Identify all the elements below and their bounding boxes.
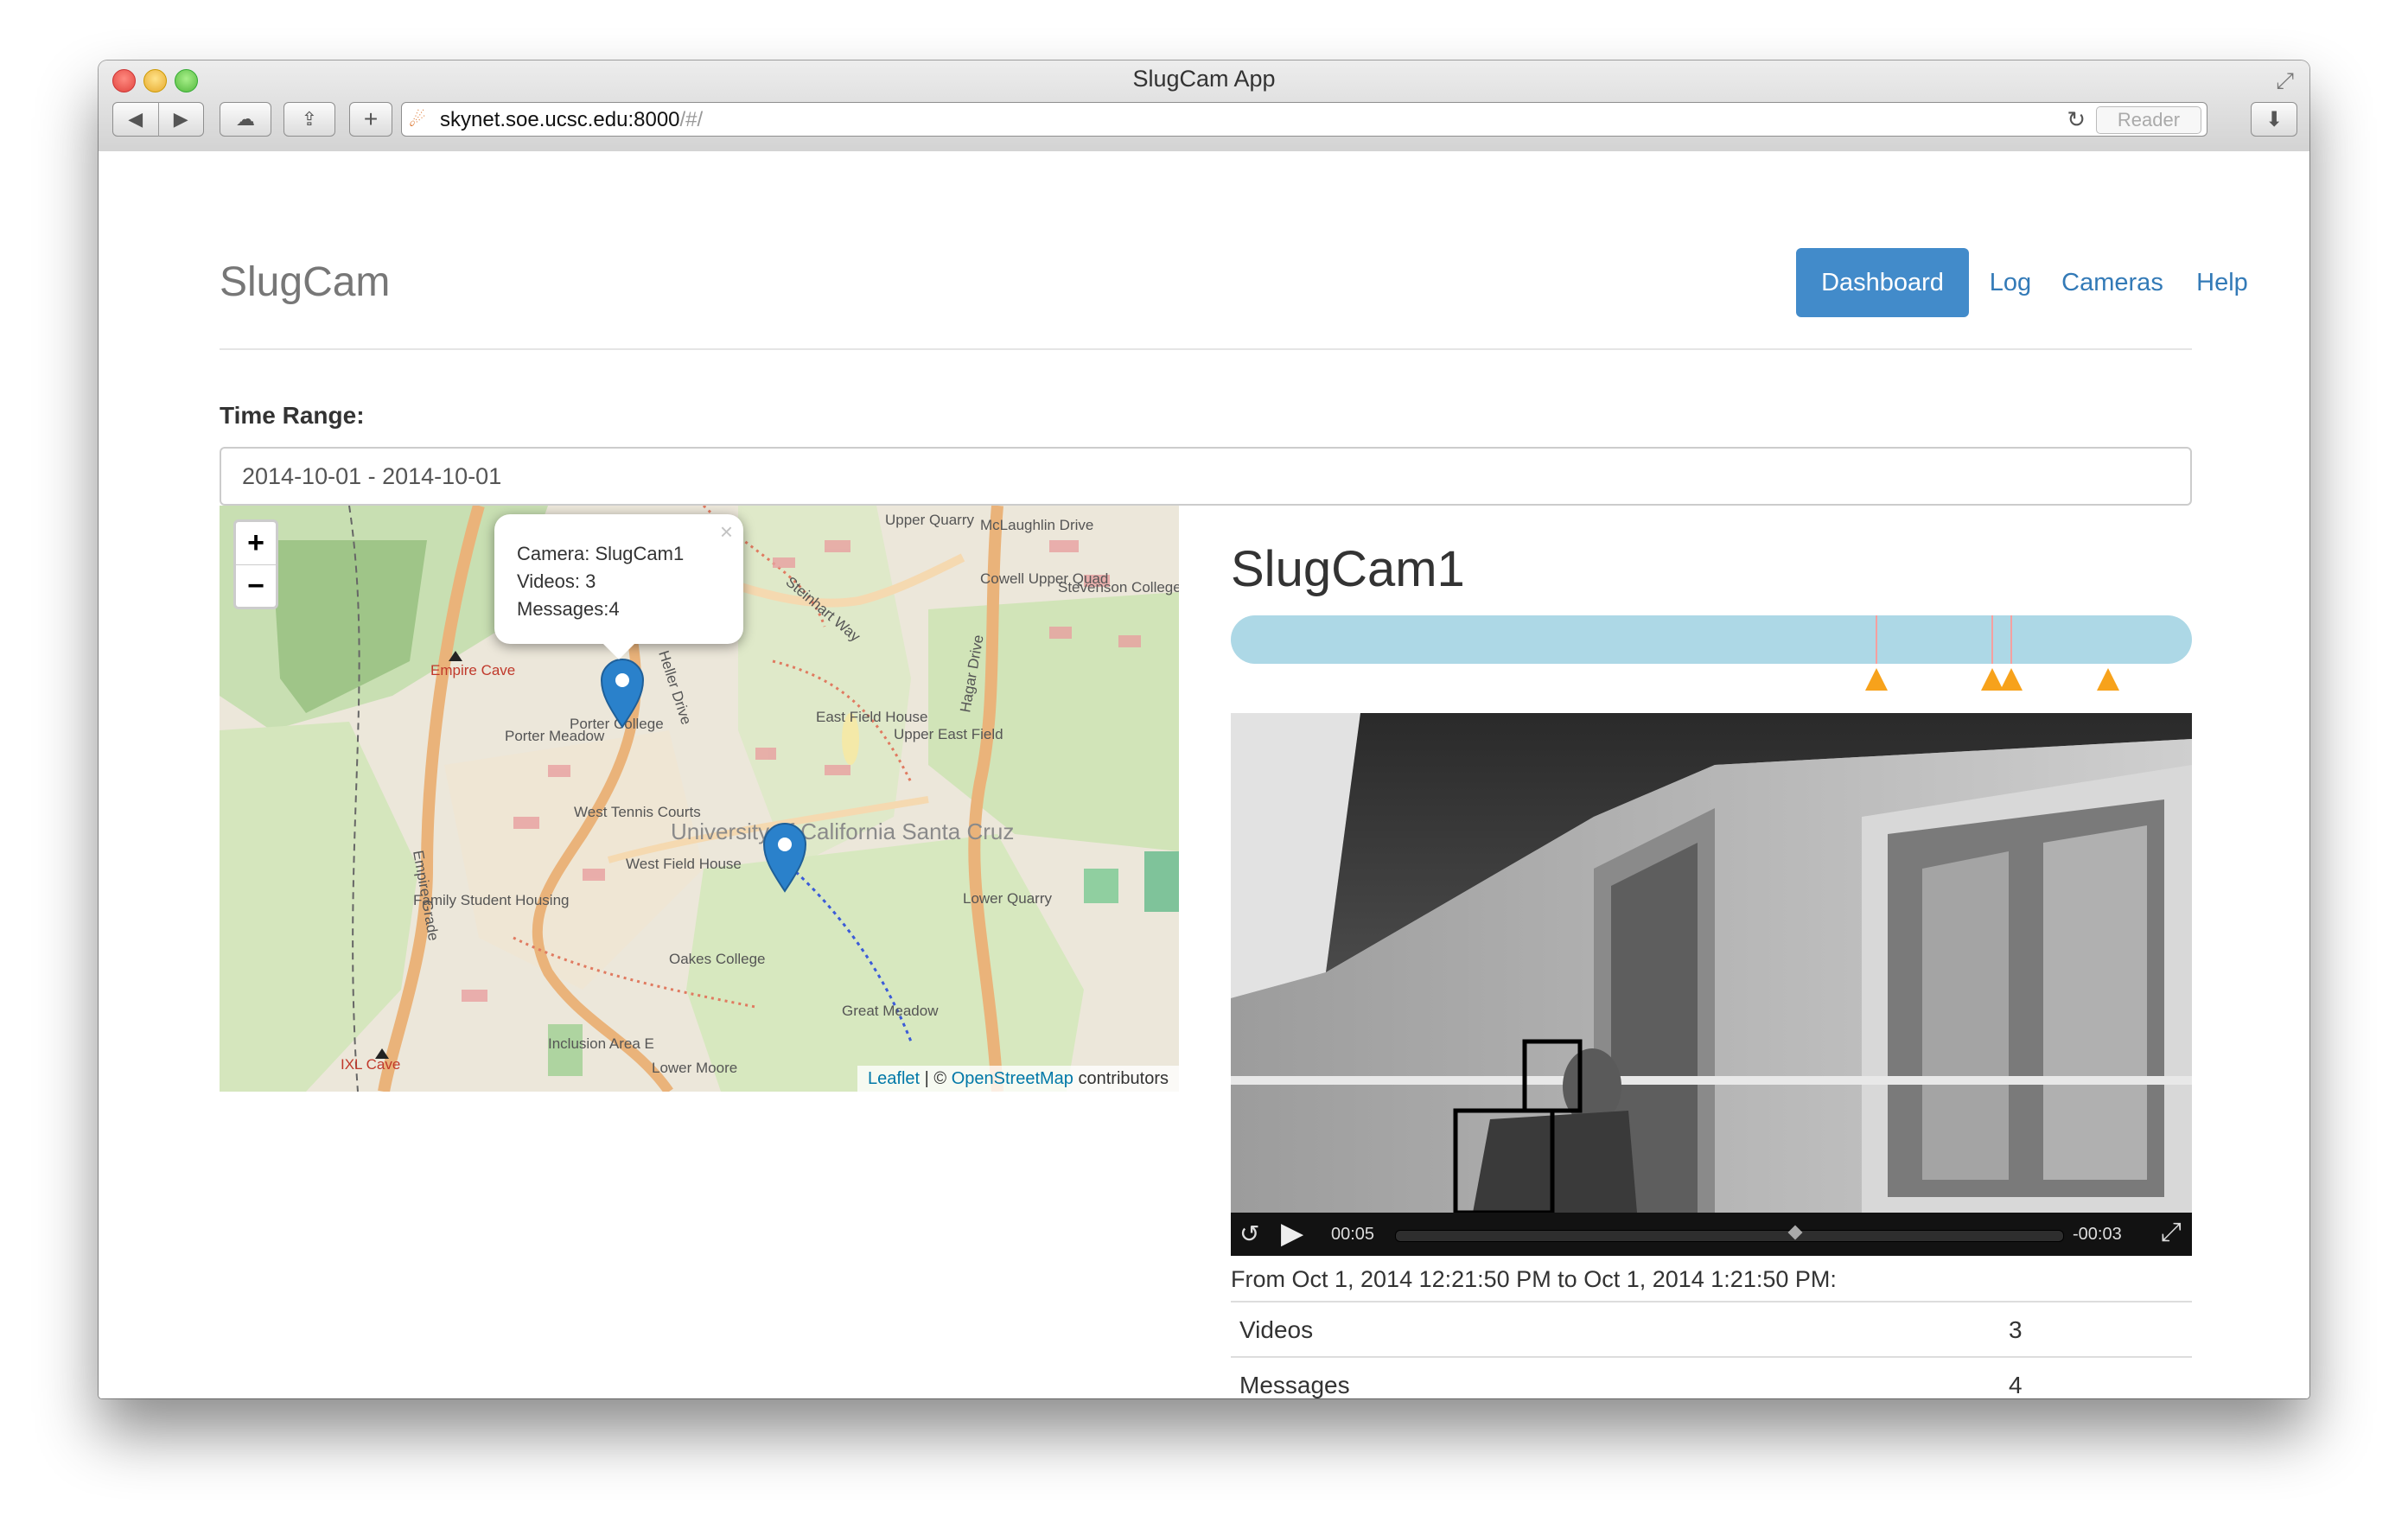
table-row: Messages 4 bbox=[1231, 1356, 2192, 1398]
back-forward-buttons: ◀ ▶ bbox=[112, 102, 204, 137]
popup-tip bbox=[602, 642, 636, 659]
header-divider bbox=[220, 348, 2192, 350]
url-path: /#/ bbox=[679, 108, 704, 131]
share-icon[interactable]: ⇪ bbox=[283, 102, 335, 137]
popup-videos: Videos: 3 bbox=[517, 570, 596, 592]
time-summary: From Oct 1, 2014 12:21:50 PM to Oct 1, 2… bbox=[1231, 1266, 1837, 1292]
timeline-marker bbox=[1876, 615, 1877, 664]
brand-logo[interactable]: SlugCam bbox=[220, 258, 390, 306]
timeline-marker bbox=[1991, 615, 1993, 664]
camera-title: SlugCam1 bbox=[1231, 541, 1465, 597]
table-row: Videos 3 bbox=[1231, 1301, 2192, 1356]
nav-dashboard[interactable]: Dashboard bbox=[1796, 248, 1969, 317]
event-timeline[interactable] bbox=[1231, 615, 2192, 664]
scrubber-handle[interactable] bbox=[1787, 1225, 1803, 1240]
event-marker-icon[interactable] bbox=[2097, 668, 2119, 691]
url-text[interactable]: skynet.soe.ucsc.edu:8000/#/ bbox=[440, 108, 703, 132]
map-label: Oakes College bbox=[669, 951, 766, 967]
map-label: IXL Cave bbox=[341, 1056, 400, 1073]
map-label: Inclusion Area E bbox=[548, 1035, 654, 1052]
map-label: Lower Moore bbox=[652, 1060, 737, 1076]
zoom-out-button[interactable]: − bbox=[236, 565, 276, 608]
map-marker-icon[interactable] bbox=[600, 658, 645, 729]
leaflet-link[interactable]: Leaflet bbox=[868, 1069, 920, 1088]
video-player[interactable]: ↺ ▶ 00:05 -00:03 ⤢ bbox=[1231, 713, 2192, 1256]
video-controls: ↺ ▶ 00:05 -00:03 ⤢ bbox=[1231, 1213, 2192, 1256]
map-attribution: Leaflet | © OpenStreetMap contributors bbox=[857, 1066, 1179, 1092]
nav-cameras[interactable]: Cameras bbox=[2052, 248, 2173, 317]
time-range-label: Time Range: bbox=[220, 402, 365, 429]
time-range-input[interactable]: 2014-10-01 - 2014-10-01 bbox=[220, 447, 2192, 506]
url-host: skynet.soe.ucsc.edu:8000 bbox=[440, 108, 680, 131]
current-time: 00:05 bbox=[1331, 1225, 1375, 1244]
address-bar[interactable]: ☄ skynet.soe.ucsc.edu:8000/#/ ↻ Reader bbox=[401, 102, 2207, 137]
map-label: East Field House bbox=[816, 709, 927, 725]
map-label: Stevenson College bbox=[1058, 579, 1179, 596]
cloud-icon[interactable]: ☁ bbox=[220, 102, 271, 137]
browser-window: SlugCam App ⤢ ◀ ▶ ☁ ⇪ + ☄ skynet.soe.ucs… bbox=[99, 61, 2309, 1398]
remaining-time: -00:03 bbox=[2073, 1225, 2122, 1244]
timeline-marker bbox=[2010, 615, 2012, 664]
map-label: University of California Santa Cruz bbox=[671, 818, 1014, 844]
reload-icon[interactable]: ↻ bbox=[2067, 106, 2086, 133]
camera-map[interactable]: Empire Cave Porter College Porter Meadow… bbox=[220, 506, 1179, 1092]
stat-label: Messages bbox=[1239, 1372, 1350, 1398]
map-label: Empire Cave bbox=[430, 662, 515, 678]
play-icon[interactable]: ▶ bbox=[1281, 1216, 1303, 1251]
map-label: Lower Quarry bbox=[963, 890, 1052, 907]
map-popup: × Camera: SlugCam1 Videos: 3 Messages:4 bbox=[494, 514, 743, 659]
close-icon[interactable]: × bbox=[720, 518, 733, 545]
plus-icon[interactable]: + bbox=[349, 102, 392, 137]
forward-arrow-icon[interactable]: ▶ bbox=[159, 108, 204, 131]
osm-link[interactable]: OpenStreetMap bbox=[952, 1069, 1073, 1088]
page-content: SlugCam Dashboard Log Cameras Help Time … bbox=[99, 151, 2309, 1398]
map-zoom-control: + − bbox=[233, 519, 278, 609]
event-marker-icon[interactable] bbox=[1865, 668, 1888, 691]
stats-table: Videos 3 Messages 4 bbox=[1231, 1301, 2192, 1398]
nav-help[interactable]: Help bbox=[2183, 248, 2261, 317]
event-marker-icon[interactable] bbox=[2000, 668, 2023, 691]
stat-value: 4 bbox=[2009, 1372, 2023, 1398]
back-arrow-icon[interactable]: ◀ bbox=[113, 108, 158, 131]
popup-messages: Messages:4 bbox=[517, 598, 620, 620]
video-scrubber[interactable] bbox=[1395, 1225, 2064, 1242]
favicon-icon: ☄ bbox=[409, 109, 426, 131]
nav-log[interactable]: Log bbox=[1976, 248, 2045, 317]
stat-value: 3 bbox=[2009, 1316, 2023, 1343]
fullscreen-icon[interactable]: ⤢ bbox=[2276, 67, 2294, 95]
reader-button[interactable]: Reader bbox=[2096, 106, 2201, 134]
rewind-30-icon[interactable]: ↺ bbox=[1239, 1220, 1259, 1248]
popup-camera: Camera: SlugCam1 bbox=[517, 543, 685, 564]
zoom-in-button[interactable]: + bbox=[236, 522, 276, 565]
map-label: Great Meadow bbox=[842, 1003, 939, 1019]
map-label: Upper Quarry bbox=[885, 512, 974, 528]
map-marker-icon[interactable] bbox=[762, 822, 807, 893]
map-label: McLaughlin Drive bbox=[980, 517, 1093, 533]
attribution-sep: | © bbox=[924, 1069, 947, 1088]
map-label: West Field House bbox=[626, 856, 742, 872]
stat-label: Videos bbox=[1239, 1316, 1314, 1343]
video-frame bbox=[1231, 713, 2192, 1215]
download-icon[interactable]: ⬇ bbox=[2251, 102, 2297, 137]
map-label: Porter Meadow bbox=[505, 728, 605, 744]
map-label: Upper East Field bbox=[894, 726, 1003, 742]
attribution-contributors: contributors bbox=[1078, 1069, 1169, 1088]
window-title: SlugCam App bbox=[1132, 66, 1276, 92]
fullscreen-icon[interactable]: ⤢ bbox=[2161, 1218, 2182, 1247]
browser-toolbar: SlugCam App ⤢ ◀ ▶ ☁ ⇪ + ☄ skynet.soe.ucs… bbox=[99, 61, 2309, 153]
